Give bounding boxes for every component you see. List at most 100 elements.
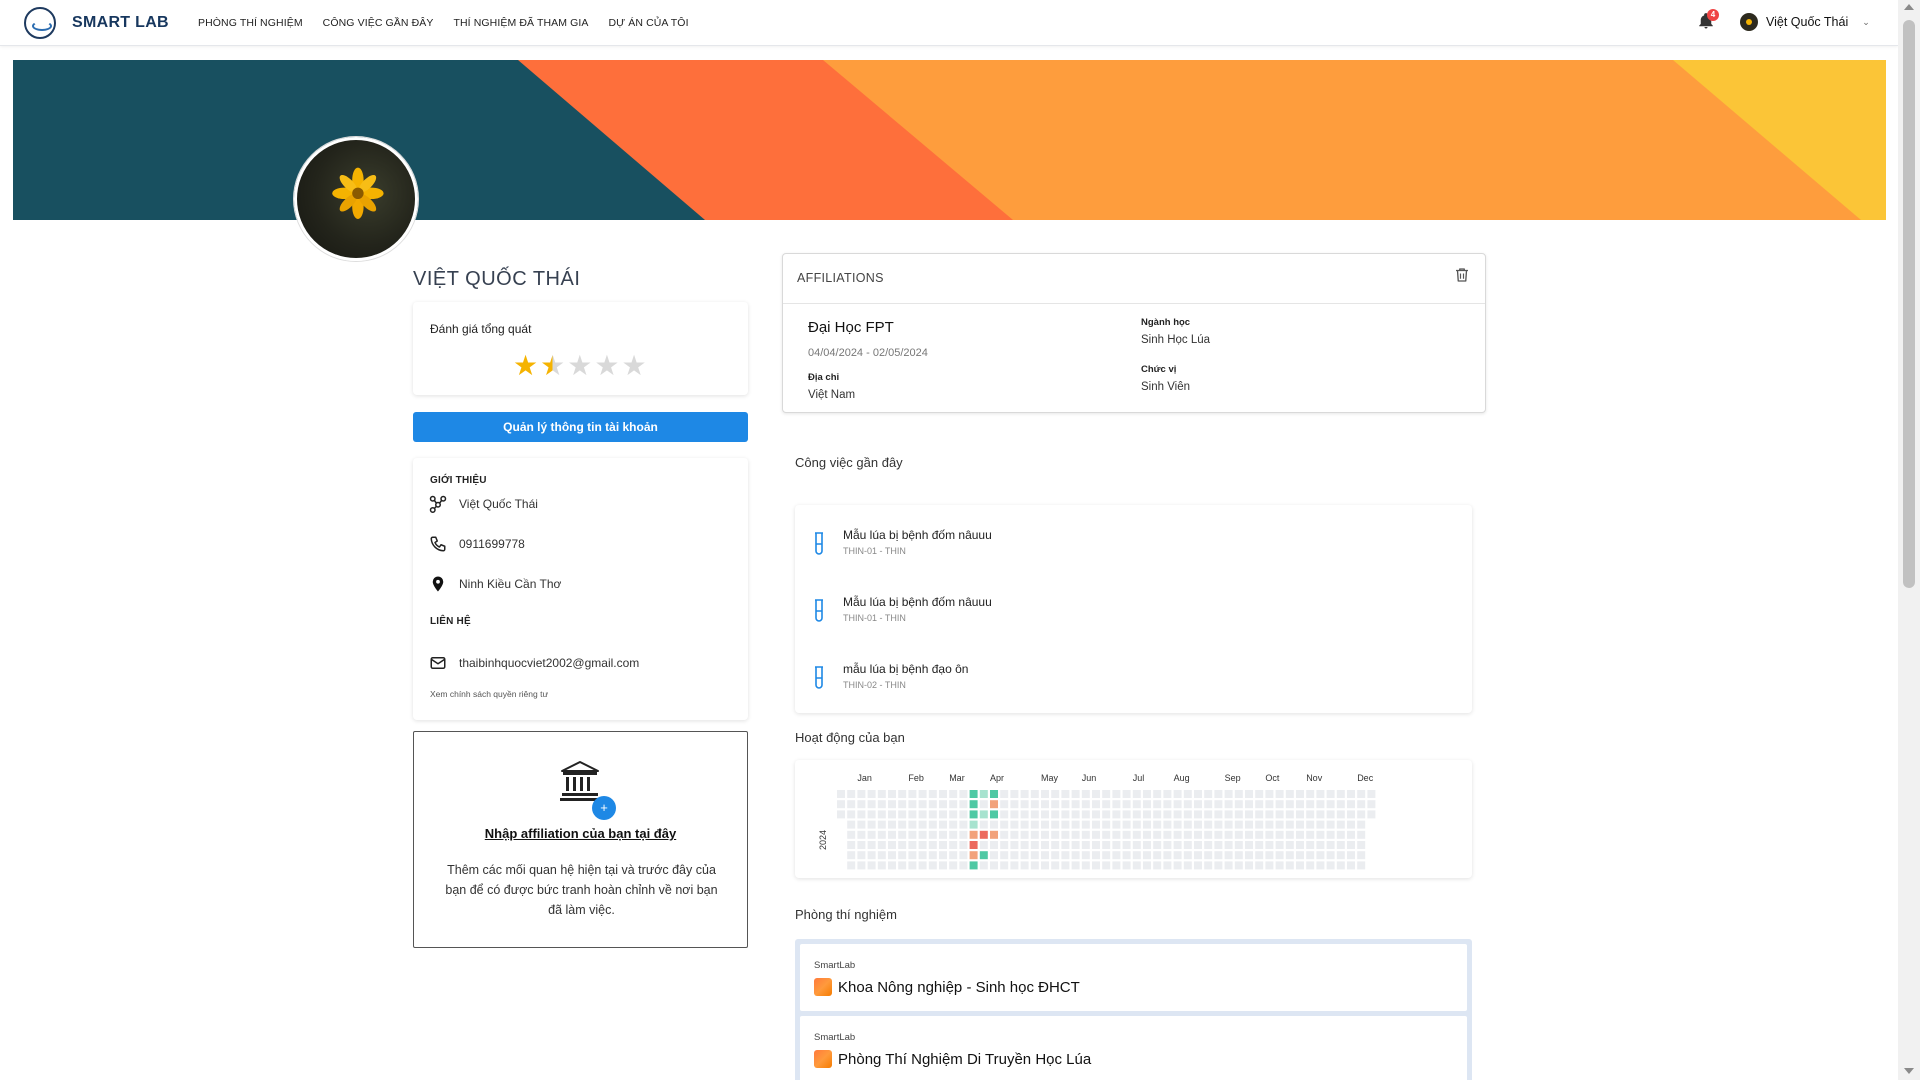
heatmap-cell[interactable] <box>1183 851 1192 860</box>
heatmap-cell[interactable] <box>1316 861 1325 870</box>
heatmap-cell[interactable] <box>1081 861 1090 870</box>
heatmap-cell[interactable] <box>1143 800 1151 809</box>
scroll-down-icon[interactable] <box>1904 1068 1914 1074</box>
heatmap-cell[interactable] <box>949 820 958 829</box>
heatmap-cell[interactable] <box>1245 830 1253 839</box>
heatmap-cell[interactable] <box>1000 800 1009 809</box>
heatmap-cell[interactable] <box>1071 830 1080 839</box>
heatmap-cell[interactable] <box>949 810 958 819</box>
heatmap-cell[interactable] <box>1173 800 1182 809</box>
heatmap-cell[interactable] <box>1316 851 1325 860</box>
heatmap-cell[interactable] <box>1153 820 1162 829</box>
heatmap-cell[interactable] <box>1275 851 1284 860</box>
heatmap-cell[interactable] <box>979 861 988 870</box>
heatmap-cell[interactable] <box>867 800 876 809</box>
heatmap-cell[interactable] <box>1285 800 1294 809</box>
manage-account-button[interactable]: Quản lý thông tin tài khoản <box>413 412 748 442</box>
heatmap-cell[interactable] <box>877 820 886 829</box>
heatmap-cell[interactable] <box>1336 790 1345 798</box>
heatmap-cell[interactable] <box>1010 820 1019 829</box>
heatmap-cell[interactable] <box>1102 790 1111 798</box>
heatmap-cell[interactable] <box>1010 841 1019 849</box>
heatmap-cell[interactable] <box>898 820 907 829</box>
heatmap-cell[interactable] <box>1224 841 1233 849</box>
heatmap-cell[interactable] <box>918 861 927 870</box>
heatmap-cell[interactable] <box>1061 810 1070 819</box>
heatmap-cell[interactable] <box>1153 851 1162 860</box>
trash-icon[interactable] <box>1453 266 1471 284</box>
heatmap-cell[interactable] <box>979 810 988 819</box>
heatmap-cell[interactable] <box>1306 861 1315 870</box>
heatmap-cell[interactable] <box>1020 851 1029 860</box>
heatmap-cell[interactable] <box>1081 851 1090 860</box>
heatmap-cell[interactable] <box>1285 841 1294 849</box>
heatmap-cell[interactable] <box>1285 830 1294 839</box>
heatmap-cell[interactable] <box>1214 830 1223 839</box>
heatmap-cell[interactable] <box>1316 820 1325 829</box>
heatmap-cell[interactable] <box>1081 830 1090 839</box>
heatmap-cell[interactable] <box>1204 800 1213 809</box>
heatmap-cell[interactable] <box>918 810 927 819</box>
heatmap-cell[interactable] <box>1122 820 1131 829</box>
heatmap-cell[interactable] <box>1357 790 1366 798</box>
heatmap-cell[interactable] <box>1122 841 1131 849</box>
heatmap-cell[interactable] <box>888 861 896 870</box>
job-item[interactable]: Mẫu lúa bị bệnh đốm nâuuu THIN-01 - THIN <box>813 528 992 556</box>
heatmap-cell[interactable] <box>1143 790 1151 798</box>
heatmap-cell[interactable] <box>1204 851 1213 860</box>
heatmap-cell[interactable] <box>1275 790 1284 798</box>
heatmap-cell[interactable] <box>867 830 876 839</box>
heatmap-cell[interactable] <box>847 790 856 798</box>
heatmap-cell[interactable] <box>1296 830 1304 839</box>
heatmap-cell[interactable] <box>1030 841 1039 849</box>
heatmap-cell[interactable] <box>1336 820 1345 829</box>
heatmap-cell[interactable] <box>1326 810 1335 819</box>
heatmap-cell[interactable] <box>1143 830 1151 839</box>
heatmap-cell[interactable] <box>1092 861 1100 870</box>
heatmap-cell[interactable] <box>1357 851 1366 860</box>
heatmap-cell[interactable] <box>877 830 886 839</box>
heatmap-cell[interactable] <box>1020 810 1029 819</box>
heatmap-cell[interactable] <box>877 810 886 819</box>
heatmap-cell[interactable] <box>1020 861 1029 870</box>
heatmap-cell[interactable] <box>867 861 876 870</box>
heatmap-cell[interactable] <box>898 851 907 860</box>
heatmap-cell[interactable] <box>857 790 866 798</box>
heatmap-cell[interactable] <box>918 830 927 839</box>
heatmap-cell[interactable] <box>1316 830 1325 839</box>
heatmap-cell[interactable] <box>1357 820 1366 829</box>
heatmap-cell[interactable] <box>1255 861 1264 870</box>
heatmap-cell[interactable] <box>1214 820 1223 829</box>
heatmap-cell[interactable] <box>888 810 896 819</box>
heatmap-cell[interactable] <box>1010 830 1019 839</box>
heatmap-cell[interactable] <box>1245 861 1253 870</box>
heatmap-cell[interactable] <box>1306 790 1315 798</box>
heatmap-cell[interactable] <box>1153 790 1162 798</box>
heatmap-cell[interactable] <box>1173 830 1182 839</box>
heatmap-cell[interactable] <box>1194 790 1202 798</box>
heatmap-cell[interactable] <box>1122 800 1131 809</box>
heatmap-cell[interactable] <box>908 820 917 829</box>
heatmap-cell[interactable] <box>1143 861 1151 870</box>
menu-item-labs[interactable]: PHÒNG THÍ NGHIỆM <box>198 17 303 29</box>
heatmap-cell[interactable] <box>847 851 856 860</box>
heatmap-cell[interactable] <box>1255 790 1264 798</box>
heatmap-cell[interactable] <box>1061 851 1070 860</box>
heatmap-cell[interactable] <box>1153 810 1162 819</box>
heatmap-cell[interactable] <box>1234 841 1243 849</box>
heatmap-cell[interactable] <box>1214 841 1223 849</box>
heatmap-cell[interactable] <box>1112 790 1121 798</box>
heatmap-cell[interactable] <box>1173 810 1182 819</box>
heatmap-cell[interactable] <box>1010 851 1019 860</box>
heatmap-cell[interactable] <box>1061 841 1070 849</box>
heatmap-cell[interactable] <box>959 810 968 819</box>
heatmap-cell[interactable] <box>1030 790 1039 798</box>
heatmap-cell[interactable] <box>847 800 856 809</box>
heatmap-cell[interactable] <box>1265 800 1274 809</box>
heatmap-cell[interactable] <box>928 861 937 870</box>
heatmap-cell[interactable] <box>1224 830 1233 839</box>
heatmap-cell[interactable] <box>1214 790 1223 798</box>
heatmap-cell[interactable] <box>1326 820 1335 829</box>
heatmap-cell[interactable] <box>1081 800 1090 809</box>
heatmap-cell[interactable] <box>1102 810 1111 819</box>
